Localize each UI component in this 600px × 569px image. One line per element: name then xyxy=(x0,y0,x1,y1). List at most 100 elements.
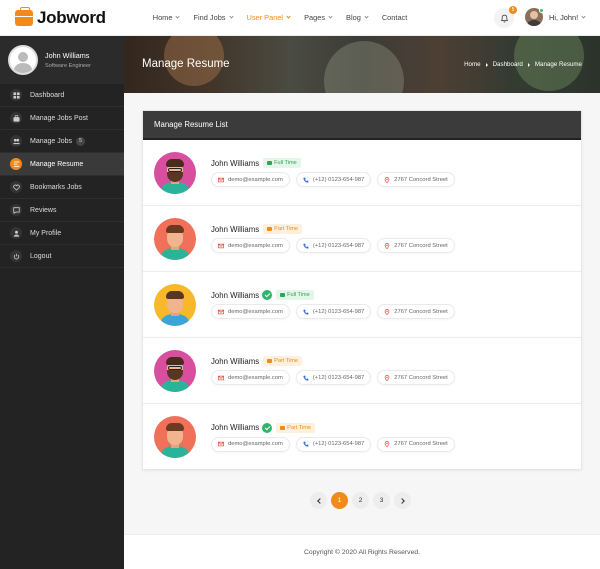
page-2-button[interactable]: 2 xyxy=(352,492,369,509)
prev-page-button[interactable] xyxy=(310,492,327,509)
nav-user-panel[interactable]: User Panel xyxy=(247,13,291,22)
phone-chip[interactable]: (+12) 0123-654-987 xyxy=(295,304,372,319)
sidebar-item-logout[interactable]: Logout xyxy=(0,245,124,268)
chevron-right-icon xyxy=(398,497,405,504)
email-chip[interactable]: demo@example.com xyxy=(211,370,290,385)
nav-user-panel-label: User Panel xyxy=(246,13,284,22)
address-chip: 2767 Concord Street xyxy=(377,436,455,452)
nav-blog-label: Blog xyxy=(346,13,361,22)
phone-icon xyxy=(303,177,309,183)
map-pin-icon xyxy=(384,374,390,381)
briefcase-logo-icon xyxy=(15,6,33,26)
briefcase-icon xyxy=(280,293,286,297)
pagination: 1 2 3 xyxy=(310,492,415,509)
job-type-badge: Full Time xyxy=(276,290,314,300)
briefcase-icon xyxy=(267,161,273,165)
user-menu[interactable]: Hi, John! xyxy=(525,8,586,26)
breadcrumb-home[interactable]: Home xyxy=(464,61,481,68)
address-text: 2767 Concord Street xyxy=(394,374,448,381)
job-type-badge: Part Time xyxy=(276,422,316,433)
chat-icon xyxy=(10,204,22,216)
page-1-button[interactable]: 1 xyxy=(331,492,348,509)
sidebar-item-manage-jobs-post[interactable]: Manage Jobs Post xyxy=(0,107,124,130)
profile-role: Software Engineer xyxy=(45,63,92,69)
candidate-avatar[interactable] xyxy=(154,416,196,458)
dashboard-icon xyxy=(10,89,22,101)
sidebar-item-manage-jobs[interactable]: Manage Jobs 5 xyxy=(0,130,124,153)
candidate-name[interactable]: John Williams xyxy=(211,357,259,366)
candidate-avatar[interactable] xyxy=(154,217,196,260)
brand-name: Jobword xyxy=(37,7,106,27)
breadcrumb-current: Manage Resume xyxy=(534,61,582,68)
map-pin-icon xyxy=(384,308,390,315)
email-chip[interactable]: demo@example.com xyxy=(211,172,290,187)
resume-row[interactable]: John Williams Full Time demo@example.com (+… xyxy=(143,140,581,206)
page-title: Manage Resume xyxy=(142,58,230,70)
page-3-button[interactable]: 3 xyxy=(373,492,390,509)
phone-chip[interactable]: (+12) 0123-654-987 xyxy=(295,172,372,187)
sidebar-item-manage-resume[interactable]: Manage Resume xyxy=(0,153,124,176)
candidate-avatar[interactable] xyxy=(154,283,196,326)
job-type-badge: Part Time xyxy=(263,356,303,366)
job-type-label: Full Time xyxy=(287,292,310,298)
sidebar-item-label: Logout xyxy=(30,252,52,260)
sidebar-item-label: Manage Jobs Post xyxy=(30,114,88,122)
sidebar-profile: John Williams Software Engineer xyxy=(0,36,124,84)
nav-home[interactable]: Home xyxy=(152,13,181,22)
email-chip[interactable]: demo@example.com xyxy=(211,238,290,253)
phone-icon xyxy=(303,441,309,447)
mail-icon xyxy=(218,309,224,314)
banner-decoration xyxy=(324,41,404,93)
nav-pages[interactable]: Pages xyxy=(304,13,333,22)
candidate-name[interactable]: John Williams xyxy=(211,423,259,432)
phone-text: (+12) 0123-654-987 xyxy=(312,242,365,249)
resume-row[interactable]: John Williams Part Time demo@example.com (+… xyxy=(143,404,581,470)
footer: Copyright © 2020 All Rights Reserved. xyxy=(124,534,600,569)
phone-text: (+12) 0123-654-987 xyxy=(312,441,365,447)
email-chip[interactable]: demo@example.com xyxy=(211,436,290,452)
candidate-avatar[interactable] xyxy=(154,349,196,392)
map-pin-icon xyxy=(384,441,390,447)
resume-row[interactable]: John Williams Part Time demo@example.com (+… xyxy=(143,206,581,272)
resume-row[interactable]: John Williams Part Time demo@example.com (+… xyxy=(143,338,581,404)
sidebar-item-reviews[interactable]: Reviews xyxy=(0,199,124,222)
next-page-button[interactable] xyxy=(394,492,411,509)
resume-list-card: Manage Resume List John Williams Full Tim… xyxy=(142,110,582,470)
email-chip[interactable]: demo@example.com xyxy=(211,304,290,319)
nav-home-label: Home xyxy=(152,13,173,22)
phone-text: (+12) 0123-654-987 xyxy=(312,308,365,315)
chevron-left-icon xyxy=(316,497,323,504)
brand-logo[interactable]: Jobword xyxy=(15,6,106,28)
breadcrumb-dashboard[interactable]: Dashboard xyxy=(493,61,523,68)
job-type-label: Part Time xyxy=(274,358,299,364)
address-text: 2767 Concord Street xyxy=(394,176,448,183)
caret-right-icon xyxy=(527,62,530,67)
resume-row[interactable]: John Williams Full Time demo@example.com (+… xyxy=(143,272,581,338)
sidebar-item-bookmarks-jobs[interactable]: Bookmarks Jobs xyxy=(0,176,124,199)
candidate-name[interactable]: John Williams xyxy=(211,291,259,300)
map-pin-icon xyxy=(384,242,390,249)
sidebar-item-dashboard[interactable]: Dashboard xyxy=(0,84,124,107)
phone-chip[interactable]: (+12) 0123-654-987 xyxy=(295,238,372,253)
candidate-name[interactable]: John Williams xyxy=(211,159,259,168)
sidebar-item-label: Manage Resume xyxy=(30,160,84,168)
top-navbar: Jobword Home Find Jobs User Panel Pages … xyxy=(0,0,600,36)
phone-chip[interactable]: (+12) 0123-654-987 xyxy=(295,370,372,385)
chevron-down-icon xyxy=(175,14,181,19)
candidate-name[interactable]: John Williams xyxy=(211,225,259,234)
sidebar-item-my-profile[interactable]: My Profile xyxy=(0,222,124,245)
chevron-down-icon xyxy=(286,14,291,19)
email-text: demo@example.com xyxy=(228,176,283,183)
user-greeting: Hi, John! xyxy=(549,12,579,22)
notifications-button[interactable]: 5 xyxy=(494,6,517,28)
address-text: 2767 Concord Street xyxy=(394,242,448,249)
nav-find-jobs[interactable]: Find Jobs xyxy=(193,13,234,22)
nav-blog[interactable]: Blog xyxy=(346,13,369,22)
sidebar: John Williams Software Engineer Dashboar… xyxy=(0,36,124,569)
phone-chip[interactable]: (+12) 0123-654-987 xyxy=(295,436,372,452)
sidebar-item-label: Reviews xyxy=(30,206,57,214)
phone-text: (+12) 0123-654-987 xyxy=(312,374,365,381)
nav-contact[interactable]: Contact xyxy=(382,13,407,22)
copyright-text: Copyright © 2020 All Rights Reserved. xyxy=(303,548,421,556)
candidate-avatar[interactable] xyxy=(154,151,196,194)
